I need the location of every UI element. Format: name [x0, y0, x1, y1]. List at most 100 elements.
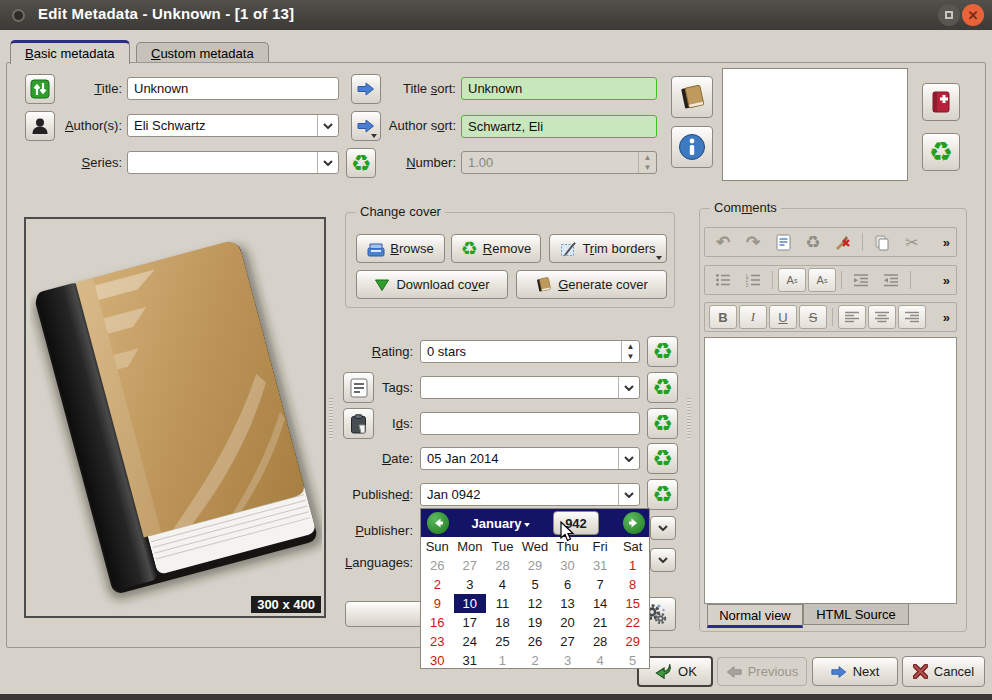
calendar-day[interactable]: 27	[551, 632, 584, 651]
calendar-day[interactable]: 14	[584, 594, 617, 613]
calendar-day[interactable]: 20	[551, 613, 584, 632]
browse-cover-button[interactable]: Browse	[356, 234, 445, 263]
copy-title-to-sort-button[interactable]	[351, 74, 381, 104]
toolbar-overflow-chevron[interactable]: »	[943, 310, 952, 325]
series-combo[interactable]	[127, 151, 339, 174]
date-combo[interactable]: 05 Jan 2014	[420, 447, 640, 470]
title-sort-input[interactable]: Unknown	[461, 77, 657, 100]
calendar-day[interactable]: 21	[584, 613, 617, 632]
clear-series-button[interactable]: ♻	[346, 148, 376, 178]
add-format-button[interactable]	[922, 83, 960, 121]
formats-list[interactable]	[722, 68, 908, 181]
title-input[interactable]: Unknown	[127, 77, 339, 100]
calendar-day[interactable]: 7	[584, 575, 617, 594]
tab-normal-view[interactable]: Normal view	[707, 604, 803, 628]
cover-info-button[interactable]	[671, 126, 713, 168]
spinner-arrows[interactable]: ▲▼	[638, 152, 656, 173]
author-sort-input[interactable]: Schwartz, Eli	[461, 115, 657, 138]
calendar-day[interactable]: 23	[421, 632, 454, 651]
insert-link-icon[interactable]	[769, 230, 797, 254]
next-month-button[interactable]	[623, 512, 645, 534]
calendar-day[interactable]: 17	[454, 613, 487, 632]
calendar-day[interactable]: 15	[616, 594, 649, 613]
redo-icon[interactable]: ↷	[739, 230, 767, 254]
edit-cover-book-button[interactable]	[671, 76, 713, 118]
calendar-day[interactable]: 25	[486, 632, 519, 651]
calendar-day[interactable]: 19	[519, 613, 552, 632]
calendar-month-button[interactable]: January	[449, 516, 553, 531]
calendar-day[interactable]: 1	[616, 556, 649, 575]
authors-combo[interactable]: Eli Schwartz	[127, 114, 339, 137]
calendar-day[interactable]: 5	[616, 651, 649, 670]
calendar-day[interactable]: 8	[616, 575, 649, 594]
strikethrough-button[interactable]: S	[799, 305, 827, 329]
calendar-day[interactable]: 29	[519, 556, 552, 575]
series-number-spinner[interactable]: 1.00 ▲▼	[461, 151, 657, 174]
underline-button[interactable]: U	[769, 305, 797, 329]
calendar-day[interactable]: 5	[519, 575, 552, 594]
calendar-day[interactable]: 26	[519, 632, 552, 651]
undo-icon[interactable]: ↶	[709, 230, 737, 254]
copy-icon[interactable]	[868, 230, 896, 254]
prev-month-button[interactable]	[427, 512, 449, 534]
cancel-button[interactable]: Cancel	[902, 656, 985, 687]
calendar-day[interactable]: 10	[454, 594, 487, 613]
clear-formatting-icon[interactable]: ♻	[799, 230, 827, 254]
clean-html-icon[interactable]	[829, 230, 857, 254]
tab-basic-metadata[interactable]: Basic metadata	[10, 40, 130, 64]
toolbar-overflow-chevron[interactable]: »	[943, 273, 952, 288]
splitter-handle[interactable]	[687, 398, 691, 440]
previous-button[interactable]: Previous	[717, 657, 807, 686]
comments-editor[interactable]	[704, 337, 957, 604]
bold-button[interactable]: B	[709, 305, 737, 329]
close-button[interactable]: ✕	[962, 4, 984, 26]
calendar-day[interactable]: 16	[421, 613, 454, 632]
calendar-day[interactable]: 11	[486, 594, 519, 613]
calendar-day[interactable]: 12	[519, 594, 552, 613]
calendar-day[interactable]: 29	[616, 632, 649, 651]
clear-published-button[interactable]: ♻	[647, 479, 678, 510]
rating-spinner[interactable]: 0 stars ▲▼	[420, 340, 640, 363]
remove-format-button[interactable]: ♻	[922, 133, 960, 171]
align-center-icon[interactable]	[868, 305, 896, 329]
numbered-list-icon[interactable]: 123	[739, 268, 767, 292]
superscript-icon[interactable]: As	[778, 268, 806, 292]
calendar-day[interactable]: 3	[454, 575, 487, 594]
window-menu-icon[interactable]	[12, 9, 25, 22]
toolbar-overflow-chevron[interactable]: »	[943, 235, 952, 250]
splitter-handle[interactable]	[329, 398, 333, 440]
calendar-day[interactable]: 24	[454, 632, 487, 651]
calendar-day[interactable]: 30	[421, 651, 454, 670]
calendar-day[interactable]: 6	[551, 575, 584, 594]
clear-rating-button[interactable]: ♻	[647, 336, 678, 367]
clear-date-button[interactable]: ♻	[647, 443, 678, 474]
languages-combo-arrow[interactable]	[650, 548, 676, 572]
subscript-icon[interactable]: As	[808, 268, 836, 292]
next-button[interactable]: Next	[812, 657, 898, 686]
calendar-day[interactable]: 31	[584, 556, 617, 575]
calendar-day[interactable]: 2	[519, 651, 552, 670]
indent-icon[interactable]	[847, 268, 875, 292]
calendar-day[interactable]: 3	[551, 651, 584, 670]
calendar-day[interactable]: 4	[584, 651, 617, 670]
bullet-list-icon[interactable]	[709, 268, 737, 292]
ids-input[interactable]	[420, 412, 640, 435]
calendar-day[interactable]: 22	[616, 613, 649, 632]
published-combo[interactable]: Jan 0942	[420, 483, 640, 506]
calendar-day[interactable]: 2	[421, 575, 454, 594]
calendar-day[interactable]: 13	[551, 594, 584, 613]
calendar-day[interactable]: 30	[551, 556, 584, 575]
clear-ids-button[interactable]: ♻	[647, 408, 678, 439]
outdent-icon[interactable]	[877, 268, 905, 292]
calendar-day[interactable]: 18	[486, 613, 519, 632]
tab-custom-metadata[interactable]: Custom metadata	[136, 42, 269, 62]
calendar-day[interactable]: 28	[486, 556, 519, 575]
cover-view[interactable]: 300 x 400	[24, 217, 326, 618]
italic-button[interactable]: I	[739, 305, 767, 329]
clear-tags-button[interactable]: ♻	[647, 372, 678, 403]
calendar-day[interactable]: 28	[584, 632, 617, 651]
generate-cover-button[interactable]: Generate cover	[516, 270, 667, 299]
align-right-icon[interactable]	[898, 305, 926, 329]
cut-icon[interactable]: ✂	[898, 230, 926, 254]
calendar-day[interactable]: 27	[454, 556, 487, 575]
